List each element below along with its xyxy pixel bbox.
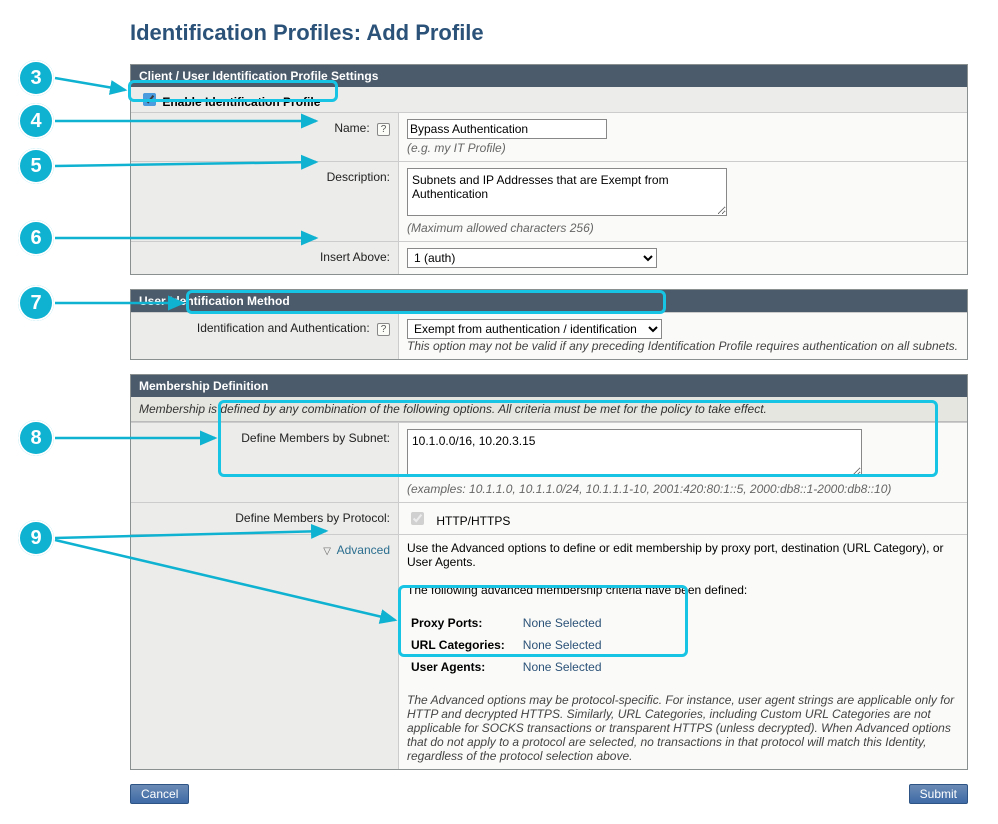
callout-badge-7: 7: [18, 285, 54, 321]
id-auth-label: Identification and Authentication: ?: [131, 313, 399, 359]
description-textarea[interactable]: Subnets and IP Addresses that are Exempt…: [407, 168, 727, 216]
method-header: User Identification Method: [131, 290, 967, 312]
submit-button[interactable]: Submit: [909, 784, 968, 804]
callout-badge-4: 4: [18, 103, 54, 139]
table-row: Proxy Ports: None Selected: [409, 613, 616, 633]
insert-above-label: Insert Above:: [131, 242, 399, 274]
table-row: User Agents: None Selected: [409, 657, 616, 677]
proxy-ports-label: Proxy Ports:: [409, 613, 519, 633]
id-auth-hint: This option may not be valid if any prec…: [407, 339, 959, 353]
page-title: Identification Profiles: Add Profile: [130, 20, 968, 46]
protocol-checkbox: [411, 512, 424, 525]
callout-badge-8: 8: [18, 420, 54, 456]
callout-badge-3: 3: [18, 60, 54, 96]
insert-above-select[interactable]: 1 (auth): [407, 248, 657, 268]
advanced-footer: The Advanced options may be protocol-spe…: [407, 693, 959, 763]
advanced-criteria-table: Proxy Ports: None Selected URL Categorie…: [407, 611, 618, 679]
protocol-value: HTTP/HTTPS: [436, 514, 510, 528]
enable-row: Enable Identification Profile: [131, 87, 967, 112]
url-categories-label: URL Categories:: [409, 635, 519, 655]
membership-section: Membership Definition Membership is defi…: [130, 374, 968, 770]
settings-header: Client / User Identification Profile Set…: [131, 65, 967, 87]
name-input[interactable]: [407, 119, 607, 139]
advanced-text2: The following advanced membership criter…: [407, 583, 959, 597]
user-agents-value[interactable]: None Selected: [521, 657, 616, 677]
subnet-textarea[interactable]: 10.1.0.0/16, 10.20.3.15: [407, 429, 862, 477]
advanced-text1: Use the Advanced options to define or ed…: [407, 541, 959, 569]
callout-badge-6: 6: [18, 220, 54, 256]
cancel-button[interactable]: Cancel: [130, 784, 189, 804]
buttons-row: Cancel Submit: [130, 784, 968, 804]
id-auth-select[interactable]: Exempt from authentication / identificat…: [407, 319, 662, 339]
help-icon[interactable]: ?: [377, 123, 390, 136]
membership-header: Membership Definition: [131, 375, 967, 397]
description-label: Description:: [131, 162, 399, 241]
chevron-down-icon: ▽: [323, 546, 331, 557]
protocol-label: Define Members by Protocol:: [131, 503, 399, 534]
method-section: User Identification Method Identificatio…: [130, 289, 968, 360]
callout-badge-5: 5: [18, 148, 54, 184]
enable-profile-checkbox[interactable]: [143, 93, 156, 106]
table-row: URL Categories: None Selected: [409, 635, 616, 655]
user-agents-label: User Agents:: [409, 657, 519, 677]
help-icon[interactable]: ?: [377, 323, 390, 336]
membership-info: Membership is defined by any combination…: [131, 397, 967, 422]
name-label: Name: ?: [131, 113, 399, 161]
advanced-toggle[interactable]: ▽ Advanced: [131, 535, 399, 769]
settings-section: Client / User Identification Profile Set…: [130, 64, 968, 275]
callout-badge-9: 9: [18, 520, 54, 556]
url-categories-value[interactable]: None Selected: [521, 635, 616, 655]
proxy-ports-value[interactable]: None Selected: [521, 613, 616, 633]
subnet-hint: (examples: 10.1.1.0, 10.1.1.0/24, 10.1.1…: [407, 482, 959, 496]
description-hint: (Maximum allowed characters 256): [407, 221, 959, 235]
subnet-label: Define Members by Subnet:: [131, 423, 399, 502]
name-hint: (e.g. my IT Profile): [407, 141, 959, 155]
enable-profile-label: Enable Identification Profile: [162, 95, 320, 109]
